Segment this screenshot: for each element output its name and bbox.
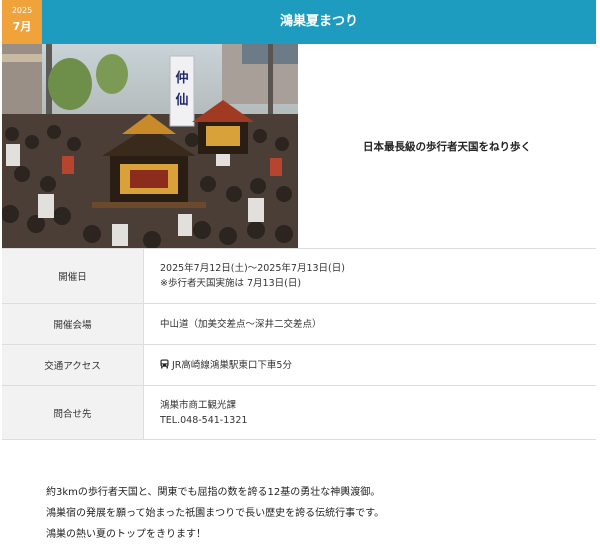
- description-line-1: 約3kmの歩行者天国と、関東でも屈指の数を誇る12基の勇壮な神輿渡御。: [46, 487, 381, 498]
- venue-text: 中山道（加美交差点～深井二交差点）: [160, 318, 322, 330]
- date-range: 2025年7月12日(土)～2025年7月13日(日): [160, 263, 345, 274]
- contact-phone: TEL.048-541-1321: [160, 414, 248, 426]
- event-description: 約3kmの歩行者天国と、関東でも屈指の数を誇る12基の勇壮な神輿渡御。 鴻巣宿の…: [2, 440, 596, 545]
- bus-icon: [160, 359, 169, 368]
- banner-text-2: 仙: [175, 92, 188, 108]
- info-label-venue: 開催会場: [2, 304, 144, 344]
- banner-text-1: 仲: [175, 70, 188, 86]
- info-row-venue: 開催会場 中山道（加美交差点～深井二交差点）: [2, 304, 596, 345]
- date-year: 2025: [11, 6, 33, 15]
- info-value-venue: 中山道（加美交差点～深井二交差点）: [144, 304, 596, 344]
- description-line-2: 鴻巣宿の発展を願って始まった祇園まつりで長い歴史を誇る伝統行事です。: [46, 508, 385, 519]
- description-line-3: 鴻巣の熱い夏のトップをきります！: [46, 529, 206, 540]
- date-badge: 2025 7月: [2, 0, 42, 44]
- info-row-contact: 問合せ先 鴻巣市商工観光課 TEL.048-541-1321: [2, 386, 596, 440]
- event-hero: 仲 仙 日本最長級の歩行者天国をねり歩く: [2, 44, 596, 248]
- info-row-date: 開催日 2025年7月12日(土)～2025年7月13日(日) ※歩行者天国実施…: [2, 249, 596, 304]
- info-value-contact: 鴻巣市商工観光課 TEL.048-541-1321: [144, 386, 596, 439]
- info-label-access: 交通アクセス: [2, 345, 144, 385]
- info-row-access: 交通アクセス JR高崎線鴻巣駅東口下車5分: [2, 345, 596, 386]
- event-header: 2025 7月 鴻巣夏まつり: [2, 0, 596, 44]
- event-card: 2025 7月 鴻巣夏まつり 仲 仙 日本最長級の歩行者天国をねり歩く 開催日 …: [2, 0, 596, 552]
- info-value-access: JR高崎線鴻巣駅東口下車5分: [144, 345, 596, 385]
- info-value-date: 2025年7月12日(土)～2025年7月13日(日) ※歩行者天国実施は 7月…: [144, 249, 596, 303]
- contact-department: 鴻巣市商工観光課: [160, 399, 237, 411]
- access-text: JR高崎線鴻巣駅東口下車5分: [172, 359, 292, 371]
- tagline-area: 日本最長級の歩行者天国をねり歩く: [298, 44, 596, 248]
- date-month: 7月: [12, 20, 32, 33]
- event-title: 鴻巣夏まつり: [279, 14, 358, 29]
- date-note: ※歩行者天国実施は 7月13日(日): [160, 278, 302, 289]
- info-label-date: 開催日: [2, 249, 144, 303]
- festival-photo-illustration: 仲 仙: [2, 44, 298, 248]
- event-photo: 仲 仙: [2, 44, 298, 248]
- info-table: 開催日 2025年7月12日(土)～2025年7月13日(日) ※歩行者天国実施…: [2, 248, 596, 440]
- event-tagline: 日本最長級の歩行者天国をねり歩く: [363, 140, 531, 153]
- info-label-contact: 問合せ先: [2, 386, 144, 439]
